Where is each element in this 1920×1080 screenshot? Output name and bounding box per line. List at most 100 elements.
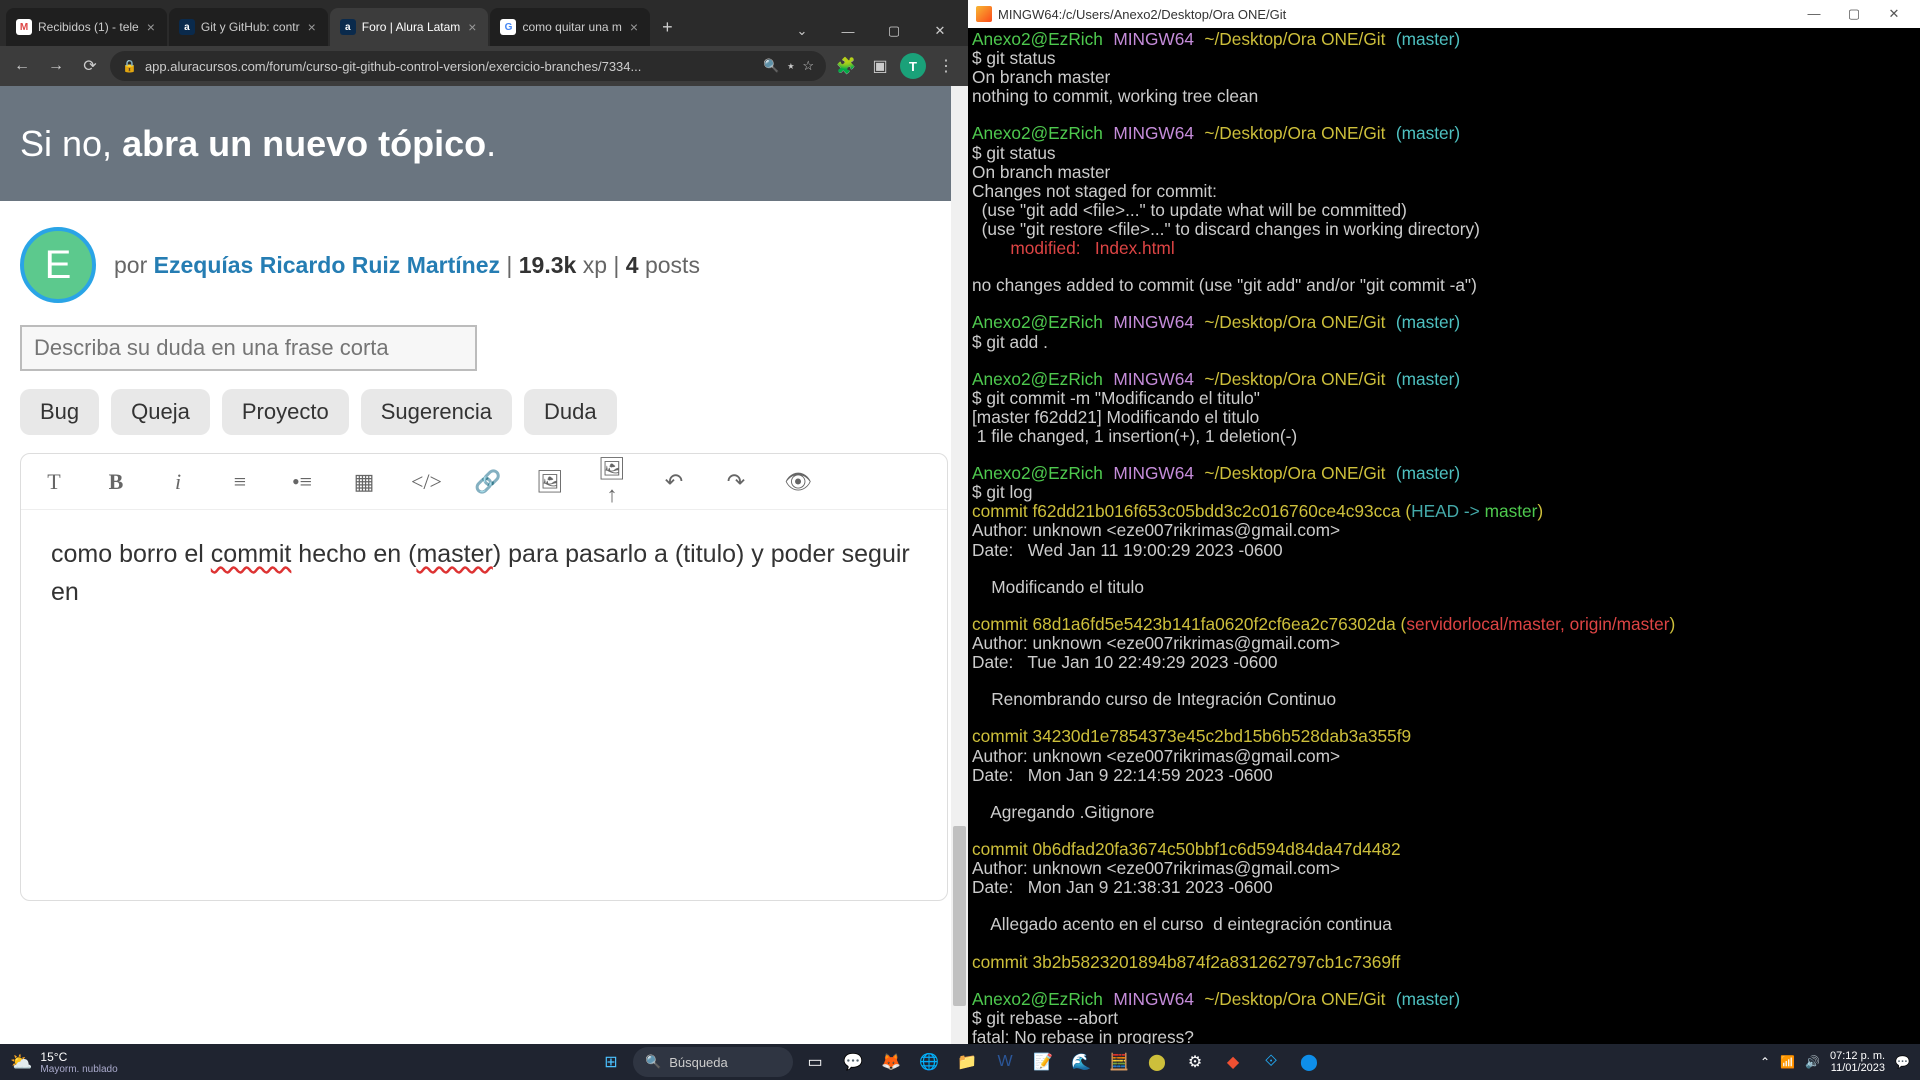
tag-queja[interactable]: Queja — [111, 389, 210, 435]
close-icon[interactable]: ✕ — [1876, 6, 1912, 22]
preview-button[interactable]: 👁 — [783, 469, 813, 495]
mingw-icon — [976, 6, 992, 22]
author-link[interactable]: Ezequías Ricardo Ruiz Martínez — [154, 252, 500, 278]
undo-button[interactable]: ↶ — [659, 469, 689, 495]
chrome-window: M Recibidos (1) - tele × a Git y GitHub: co… — [0, 0, 968, 1044]
url-field[interactable]: 🔒 app.aluracursos.com/forum/curso-git-gi… — [110, 51, 826, 81]
unordered-list-button[interactable]: •≡ — [287, 469, 317, 495]
topic-title-input[interactable] — [20, 325, 477, 371]
tab-gmail[interactable]: M Recibidos (1) - tele × — [6, 8, 167, 46]
tab-label: como quitar una m — [522, 20, 621, 34]
close-icon[interactable]: × — [145, 19, 157, 35]
edge-icon[interactable]: 🌊 — [1065, 1046, 1097, 1078]
wifi-icon[interactable]: 📶 — [1780, 1055, 1795, 1069]
close-icon[interactable]: × — [306, 19, 318, 35]
tab-alura-forum[interactable]: aForo | Alura Latam× — [330, 8, 489, 46]
date-text: 11/01/2023 — [1830, 1062, 1885, 1074]
back-button[interactable]: ← — [8, 52, 36, 80]
close-icon[interactable]: × — [628, 19, 640, 35]
table-button[interactable]: ▦ — [349, 469, 379, 495]
tag-sugerencia[interactable]: Sugerencia — [361, 389, 512, 435]
word-icon[interactable]: W — [989, 1046, 1021, 1078]
minimize-icon[interactable]: ― — [826, 16, 870, 46]
search-placeholder: Búsqueda — [669, 1055, 728, 1070]
xp-label: xp — [576, 252, 607, 278]
taskbar-center: ⊞ 🔍 Búsqueda ▭ 💬 🦊 🌐 📁 W 📝 🌊 🧮 ⬤ ⚙ ◆ ⟐ ⬤ — [595, 1046, 1325, 1078]
chrome-canary-icon[interactable]: ⬤ — [1141, 1046, 1173, 1078]
zoom-icon[interactable]: 🔍 — [763, 58, 779, 74]
chevron-up-icon[interactable]: ⌃ — [1760, 1055, 1770, 1069]
tab-alura-course[interactable]: aGit y GitHub: contr× — [169, 8, 328, 46]
close-icon[interactable]: × — [466, 19, 478, 35]
maximize-icon[interactable]: ▢ — [872, 16, 916, 46]
firefox-icon[interactable]: 🦊 — [875, 1046, 907, 1078]
weather-widget[interactable]: ⛅ 15°C Mayorm. nublado — [0, 1050, 128, 1075]
tab-label: Git y GitHub: contr — [201, 20, 300, 34]
spell-error: master — [416, 540, 492, 568]
redo-button[interactable]: ↷ — [721, 469, 751, 495]
sidepanel-icon[interactable]: ▣ — [866, 52, 894, 80]
editor: T B i ≡ •≡ ▦ </> 🔗 🖼 🖼↑ ↶ ↷ 👁 como borro… — [20, 453, 948, 901]
tab-label: Recibidos (1) - tele — [38, 20, 139, 34]
temperature: 15°C — [40, 1050, 117, 1064]
teamviewer-icon[interactable]: ⬤ — [1293, 1046, 1325, 1078]
font-button[interactable]: T — [39, 469, 69, 495]
chrome-icon[interactable]: 🌐 — [913, 1046, 945, 1078]
vscode-icon[interactable]: ⟐ — [1255, 1046, 1287, 1078]
window-controls: ⌄ ― ▢ ✕ — [780, 16, 962, 46]
google-icon: G — [500, 19, 516, 35]
forward-button[interactable]: → — [42, 52, 70, 80]
settings-icon[interactable]: ⚙ — [1179, 1046, 1211, 1078]
maximize-icon[interactable]: ▢ — [1836, 6, 1872, 22]
new-tab-button[interactable]: + — [652, 9, 683, 46]
volume-icon[interactable]: 🔊 — [1805, 1055, 1820, 1069]
italic-button[interactable]: i — [163, 469, 193, 495]
editor-body[interactable]: como borro el commit hecho en (master) p… — [21, 510, 947, 900]
body-text: como borro el — [51, 540, 211, 568]
calculator-icon[interactable]: 🧮 — [1103, 1046, 1135, 1078]
git-bash-icon[interactable]: ◆ — [1217, 1046, 1249, 1078]
bold-button[interactable]: B — [101, 469, 131, 495]
notifications-icon[interactable]: 💬 — [1895, 1055, 1910, 1069]
minimize-icon[interactable]: ― — [1796, 6, 1832, 22]
search-icon: 🔍 — [645, 1054, 661, 1070]
tab-google[interactable]: Gcomo quitar una m × — [490, 8, 650, 46]
taskbar-search[interactable]: 🔍 Búsqueda — [633, 1047, 793, 1077]
extensions-icon[interactable]: 🧩 — [832, 52, 860, 80]
explorer-icon[interactable]: 📁 — [951, 1046, 983, 1078]
bookmark-icon[interactable]: ☆ — [802, 58, 814, 74]
link-button[interactable]: 🔗 — [473, 469, 503, 495]
image-upload-button[interactable]: 🖼↑ — [597, 456, 627, 508]
notes-icon[interactable]: 📝 — [1027, 1046, 1059, 1078]
menu-icon[interactable]: ⋮ — [932, 52, 960, 80]
task-view-icon[interactable]: ▭ — [799, 1046, 831, 1078]
chat-icon[interactable]: 💬 — [837, 1046, 869, 1078]
weather-text: Mayorm. nublado — [40, 1064, 117, 1075]
scrollbar[interactable] — [951, 86, 968, 1044]
ordered-list-button[interactable]: ≡ — [225, 469, 255, 495]
reload-button[interactable]: ⟳ — [76, 52, 104, 80]
author-row: E por Ezequías Ricardo Ruiz Martínez | 1… — [20, 227, 948, 303]
alura-icon: a — [340, 19, 356, 35]
start-button[interactable]: ⊞ — [595, 1046, 627, 1078]
tag-proyecto[interactable]: Proyecto — [222, 389, 349, 435]
posts-number: 4 — [626, 252, 639, 278]
code-button[interactable]: </> — [411, 469, 441, 495]
body-text: hecho en ( — [291, 540, 416, 568]
window-controls: ― ▢ ✕ — [1796, 6, 1912, 22]
profile-button[interactable]: T — [900, 53, 926, 79]
git-bash-window: MINGW64:/c/Users/Anexo2/Desktop/Ora ONE/… — [968, 0, 1920, 1044]
terminal-titlebar[interactable]: MINGW64:/c/Users/Anexo2/Desktop/Ora ONE/… — [968, 0, 1920, 28]
clock[interactable]: 07:12 p. m. 11/01/2023 — [1830, 1050, 1885, 1074]
translate-icon[interactable]: ⭑ — [787, 58, 794, 74]
close-icon[interactable]: ✕ — [918, 16, 962, 46]
chevron-down-icon[interactable]: ⌄ — [780, 16, 824, 46]
tab-bar: M Recibidos (1) - tele × a Git y GitHub: co… — [0, 0, 968, 46]
tag-bug[interactable]: Bug — [20, 389, 99, 435]
gmail-icon: M — [16, 19, 32, 35]
tag-duda[interactable]: Duda — [524, 389, 617, 435]
scrollbar-thumb[interactable] — [953, 826, 966, 1006]
terminal-body[interactable]: Anexo2@EzRich MINGW64 ~/Desktop/Ora ONE/… — [968, 28, 1920, 1044]
weather-icon: ⛅ — [10, 1052, 32, 1073]
image-button[interactable]: 🖼 — [535, 469, 565, 495]
